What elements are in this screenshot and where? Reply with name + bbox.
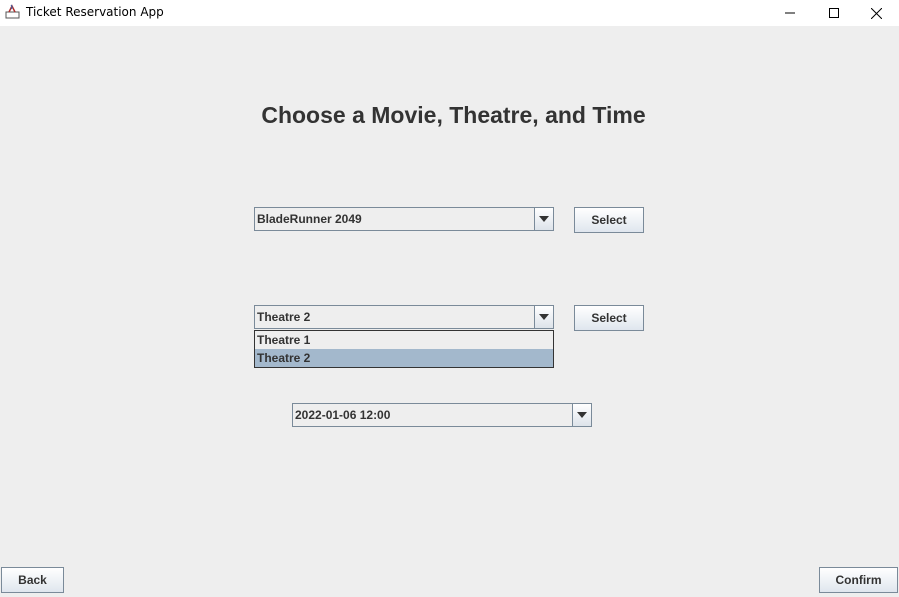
page-title: Choose a Movie, Theatre, and Time <box>261 102 646 128</box>
theatre-selected-value: Theatre 2 <box>257 310 311 324</box>
movie-selected-value: BladeRunner 2049 <box>257 212 362 226</box>
showtime-dropdown[interactable]: 2022-01-06 12:00 <box>292 403 592 427</box>
window-title: Ticket Reservation App <box>26 5 164 19</box>
triangle-down-icon <box>539 216 549 222</box>
confirm-button[interactable]: Confirm <box>819 567 898 593</box>
title-bar: Ticket Reservation App <box>0 0 899 26</box>
minimize-icon <box>785 8 795 18</box>
minimize-button[interactable] <box>767 0 813 26</box>
movie-dropdown[interactable]: BladeRunner 2049 <box>254 207 554 231</box>
select-theatre-button[interactable]: Select <box>574 305 644 331</box>
triangle-down-icon <box>539 314 549 320</box>
java-app-icon <box>5 4 20 19</box>
back-button[interactable]: Back <box>1 567 64 593</box>
maximize-icon <box>829 8 839 18</box>
theatre-option-1[interactable]: Theatre 1 <box>255 331 553 349</box>
close-button[interactable] <box>853 0 899 26</box>
showtime-selected-value: 2022-01-06 12:00 <box>295 408 391 422</box>
maximize-button[interactable] <box>811 0 857 26</box>
triangle-down-icon <box>577 412 587 418</box>
theatre-dropdown-list: Theatre 1 Theatre 2 <box>254 330 554 368</box>
close-icon <box>870 7 882 19</box>
theatre-dropdown-arrow-button[interactable] <box>534 306 553 328</box>
theatre-dropdown[interactable]: Theatre 2 <box>254 305 554 329</box>
showtime-dropdown-arrow-button[interactable] <box>572 404 591 426</box>
theatre-option-2[interactable]: Theatre 2 <box>255 349 553 367</box>
movie-dropdown-arrow-button[interactable] <box>534 208 553 230</box>
select-movie-button[interactable]: Select <box>574 207 644 233</box>
